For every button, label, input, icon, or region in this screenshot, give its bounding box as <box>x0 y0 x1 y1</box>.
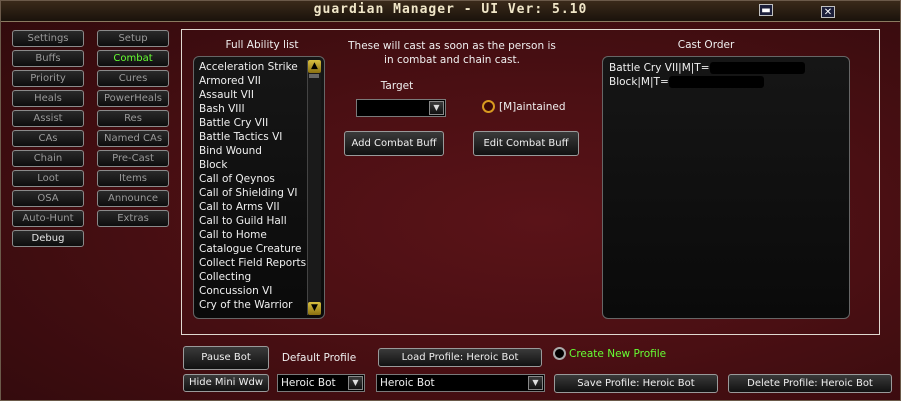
target-dropdown[interactable]: ▼ <box>356 99 446 117</box>
list-item[interactable]: Battle Cry VII <box>199 116 307 130</box>
cast-order-header: Cast Order <box>677 39 735 51</box>
nav-res[interactable]: Res <box>97 110 169 127</box>
scroll-down-icon[interactable]: ▼ <box>308 302 321 315</box>
list-item[interactable]: Call to Home <box>199 228 307 242</box>
ability-list-scrollbar[interactable]: ▲ ▼ <box>307 60 321 315</box>
list-item[interactable]: Battle Cry VII|M|T= <box>609 61 805 75</box>
scroll-up-icon[interactable]: ▲ <box>308 60 321 73</box>
scroll-thumb[interactable] <box>309 74 319 78</box>
nav-debug[interactable]: Debug <box>12 230 84 247</box>
nav-auto-hunt[interactable]: Auto-Hunt <box>12 210 84 227</box>
cast-order-items: Battle Cry VII|M|T= Block|M|T= <box>609 61 805 89</box>
list-item[interactable]: Bind Wound <box>199 144 307 158</box>
nav-cas[interactable]: CAs <box>12 130 84 147</box>
redacted-block <box>709 62 805 74</box>
minimize-icon[interactable]: ▬ <box>759 4 773 16</box>
list-item[interactable]: Armored VII <box>199 74 307 88</box>
chevron-down-icon[interactable]: ▼ <box>429 101 444 115</box>
title-bar[interactable]: guardian Manager - UI Ver: 5.10 ▬ ✕ <box>1 1 900 22</box>
list-item[interactable]: Collect Field Reports <box>199 256 307 270</box>
nav-osa[interactable]: OSA <box>12 190 84 207</box>
app-window: guardian Manager - UI Ver: 5.10 ▬ ✕ Sett… <box>0 0 901 401</box>
add-combat-buff-button[interactable]: Add Combat Buff <box>344 131 444 156</box>
nav-setup[interactable]: Setup <box>97 30 169 47</box>
list-item[interactable]: Assault VII <box>199 88 307 102</box>
list-item[interactable]: Block|M|T= <box>609 75 805 89</box>
nav-loot[interactable]: Loot <box>12 170 84 187</box>
list-item[interactable]: Acceleration Strike <box>199 60 307 74</box>
nav-settings[interactable]: Settings <box>12 30 84 47</box>
nav-priority[interactable]: Priority <box>12 70 84 87</box>
nav-heals[interactable]: Heals <box>12 90 84 107</box>
nav-assist[interactable]: Assist <box>12 110 84 127</box>
nav-cures[interactable]: Cures <box>97 70 169 87</box>
nav-powerheals[interactable]: PowerHeals <box>97 90 169 107</box>
list-item[interactable]: Block <box>199 158 307 172</box>
nav-items[interactable]: Items <box>97 170 169 187</box>
ability-list-header: Full Ability list <box>225 39 299 51</box>
nav-combat[interactable]: Combat <box>97 50 169 67</box>
list-item[interactable]: Catalogue Creature <box>199 242 307 256</box>
maintained-radio[interactable] <box>482 100 495 113</box>
maintained-label: [M]aintained <box>499 101 566 113</box>
default-profile-value: Heroic Bot <box>281 377 336 389</box>
nav-extras[interactable]: Extras <box>97 210 169 227</box>
target-label: Target <box>380 80 414 92</box>
pause-bot-button[interactable]: Pause Bot <box>183 346 269 370</box>
create-new-profile-label: Create New Profile <box>569 348 667 360</box>
list-item[interactable]: Call to Arms VII <box>199 200 307 214</box>
list-item[interactable]: Collecting <box>199 270 307 284</box>
save-profile-button[interactable]: Save Profile: Heroic Bot <box>554 374 718 393</box>
chevron-down-icon[interactable]: ▼ <box>348 376 363 390</box>
edit-combat-buff-button[interactable]: Edit Combat Buff <box>473 131 579 156</box>
list-item[interactable]: Battle Tactics VI <box>199 130 307 144</box>
delete-profile-button[interactable]: Delete Profile: Heroic Bot <box>728 374 892 393</box>
nav-announce[interactable]: Announce <box>97 190 169 207</box>
list-item[interactable]: Call of Qeynos <box>199 172 307 186</box>
load-profile-button[interactable]: Load Profile: Heroic Bot <box>378 348 542 367</box>
chevron-down-icon[interactable]: ▼ <box>528 376 543 390</box>
nav-named-cas[interactable]: Named CAs <box>97 130 169 147</box>
nav-pre-cast[interactable]: Pre-Cast <box>97 150 169 167</box>
hide-mini-wdw-button[interactable]: Hide Mini Wdw <box>183 374 269 392</box>
list-item[interactable]: Call of Shielding VI <box>199 186 307 200</box>
redacted-block <box>668 76 764 88</box>
ability-list-items: Acceleration Strike Armored VII Assault VI… <box>199 60 307 312</box>
ability-list[interactable]: Acceleration Strike Armored VII Assault VI… <box>193 56 325 319</box>
list-item[interactable]: Bash VIII <box>199 102 307 116</box>
list-item[interactable]: Concussion VI <box>199 284 307 298</box>
nav-chain[interactable]: Chain <box>12 150 84 167</box>
list-item[interactable]: Call to Guild Hall <box>199 214 307 228</box>
create-new-profile-radio[interactable] <box>553 347 566 360</box>
nav-buffs[interactable]: Buffs <box>12 50 84 67</box>
combat-panel: Full Ability list Acceleration Strike Arm… <box>181 29 880 335</box>
close-icon[interactable]: ✕ <box>821 6 835 18</box>
default-profile-label: Default Profile <box>281 352 357 364</box>
profile-select-dropdown[interactable]: Heroic Bot ▼ <box>376 374 545 392</box>
profile-select-value: Heroic Bot <box>380 377 435 389</box>
info-text: These will cast as soon as the person is… <box>348 40 556 66</box>
list-item[interactable]: Cry of the Warrior <box>199 298 307 312</box>
cast-order-list[interactable]: Battle Cry VII|M|T= Block|M|T= <box>602 56 850 319</box>
default-profile-dropdown[interactable]: Heroic Bot ▼ <box>277 374 365 392</box>
